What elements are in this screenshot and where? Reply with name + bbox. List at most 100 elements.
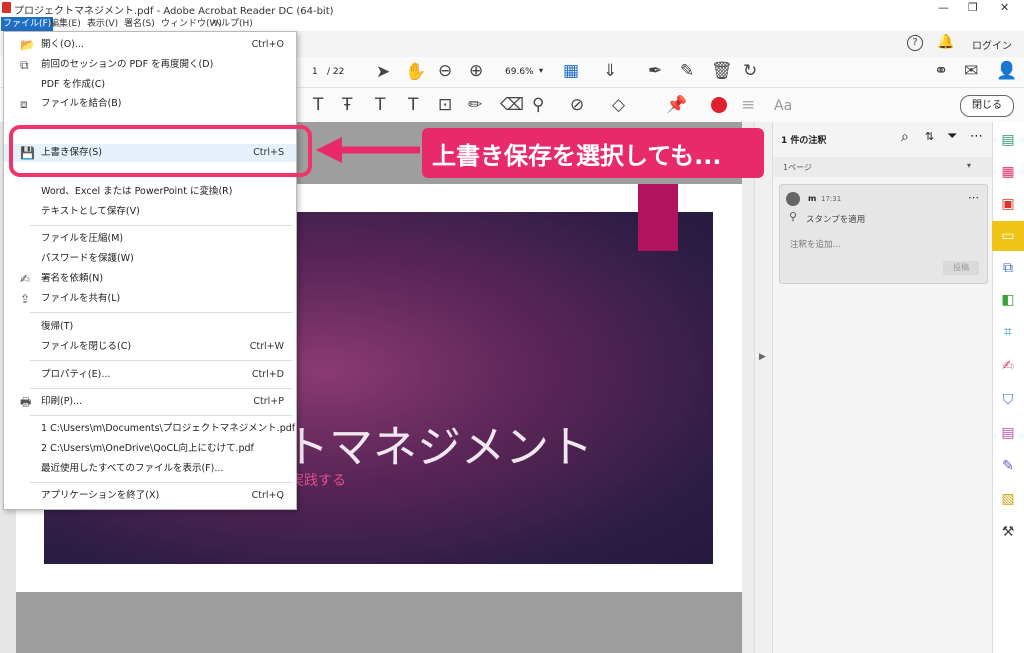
menu-item-open[interactable]: 📂 開く(O)... Ctrl+O <box>4 36 296 54</box>
compare-icon[interactable]: ◧ <box>998 290 1018 310</box>
color-picker-icon[interactable] <box>711 97 727 113</box>
select-arrow-icon[interactable]: ➤ <box>376 62 390 82</box>
add-user-icon[interactable]: 👤 <box>996 61 1017 81</box>
menu-item-recent-1[interactable]: 1 C:\Users\m\Documents\プロジェクトマネジメント.pdf <box>4 420 296 438</box>
menu-item-show-recent[interactable]: 最近使用したすべてのファイルを表示(F)... <box>4 460 296 478</box>
zoom-dropdown-icon[interactable]: ▾ <box>539 66 543 75</box>
menu-separator <box>30 415 292 416</box>
comment-card[interactable]: m 17:31 ⋯ ⚲ スタンプを適用 注釈を追加... 投稿 <box>779 184 988 284</box>
print-icon: 🖶 <box>20 395 32 409</box>
menu-separator <box>30 360 292 361</box>
pin-icon[interactable]: 📌 <box>666 95 687 115</box>
comment-tool-icon[interactable]: ▭ <box>998 226 1018 246</box>
close-window-icon[interactable]: ✕ <box>1000 1 1009 14</box>
filter-icon[interactable]: ⏷ <box>947 129 957 144</box>
folder-open-icon: 📂 <box>20 38 35 52</box>
text-box-icon[interactable]: ⊡ <box>438 95 452 115</box>
menu-item-print[interactable]: 🖶 印刷(P)... Ctrl+P <box>4 393 296 411</box>
menu-item-convert[interactable]: Word、Excel または PowerPoint に変換(R) <box>4 183 296 201</box>
vertical-scrollbar[interactable] <box>742 122 754 653</box>
more-tools-icon[interactable]: ⚒ <box>998 522 1018 542</box>
menu-item-share[interactable]: ⇪ ファイルを共有(L) <box>4 290 296 308</box>
slide-subtitle: 実践する <box>290 473 346 489</box>
zoom-out-icon[interactable]: ⊖ <box>438 61 452 81</box>
zoom-level[interactable]: 69.6% <box>505 67 534 77</box>
reply-input[interactable]: 注釈を追加... <box>790 238 841 250</box>
close-tools-button[interactable]: 閉じる <box>960 95 1014 117</box>
create-pdf-icon[interactable]: ▣ <box>998 194 1018 214</box>
sign-icon[interactable]: ✒ <box>648 61 662 81</box>
help-icon[interactable]: ? <box>907 35 923 51</box>
more-options-icon[interactable]: ⋯ <box>970 129 983 144</box>
restore-icon[interactable]: ❐ <box>968 1 978 14</box>
menu-item-properties[interactable]: プロパティ(E)... Ctrl+D <box>4 366 296 384</box>
menu-item-create-pdf[interactable]: PDF を作成(C) <box>4 76 296 94</box>
stamp-small-icon: ⚲ <box>789 210 798 223</box>
comment-author: m <box>808 194 817 203</box>
request-signature-icon[interactable]: ✎ <box>998 456 1018 476</box>
page-total: / 22 <box>327 67 345 77</box>
text-tool-icon[interactable]: T <box>313 95 323 115</box>
font-size-icon[interactable]: Aa <box>774 98 792 114</box>
menu-item-request-sign[interactable]: ✍ 署名を依頼(N) <box>4 270 296 288</box>
menu-file[interactable]: ファイル(F) <box>1 17 54 31</box>
menu-item-save-text[interactable]: テキストとして保存(V) <box>4 203 296 221</box>
text-insert-icon[interactable]: T <box>375 95 385 115</box>
menu-sign[interactable]: 署名(S) <box>122 17 157 31</box>
scroll-mode-icon[interactable]: ⇓ <box>603 61 617 81</box>
export-pdf-icon[interactable]: ▤ <box>998 130 1018 150</box>
add-text-icon[interactable]: T <box>408 95 418 115</box>
scan-ocr-icon[interactable]: ⌗ <box>998 322 1018 342</box>
link-icon[interactable]: ⚭ <box>934 61 948 81</box>
menu-edit[interactable]: 編集(E) <box>48 17 83 31</box>
menu-separator <box>30 312 292 313</box>
annotation-arrow-icon <box>316 137 420 163</box>
menu-item-close-file[interactable]: ファイルを閉じる(C) Ctrl+W <box>4 338 296 356</box>
sort-icon[interactable]: ⇅ <box>925 130 934 143</box>
text-comment-icon[interactable]: Ŧ <box>342 95 352 115</box>
search-icon[interactable]: ⌕ <box>901 129 909 145</box>
menu-item-exit[interactable]: アプリケーションを終了(X) Ctrl+Q <box>4 487 296 505</box>
shape-icon[interactable]: ◇ <box>612 95 625 115</box>
send-review-icon[interactable]: ▧ <box>998 489 1018 509</box>
attach-icon[interactable]: ⊘ <box>570 95 584 115</box>
menu-item-reopen[interactable]: ⧉ 前回のセッションの PDF を再度開く(D) <box>4 56 296 74</box>
menu-view[interactable]: 表示(V) <box>85 17 120 31</box>
fill-sign-icon[interactable]: ✍ <box>998 356 1018 376</box>
comment-action: スタンプを適用 <box>806 215 866 225</box>
pencil-icon[interactable]: ✏ <box>468 95 482 115</box>
minimize-icon[interactable]: — <box>938 1 949 14</box>
menu-item-recent-2[interactable]: 2 C:\Users\m\OneDrive\QoCL向上にむけて.pdf <box>4 440 296 458</box>
menu-item-compress[interactable]: ファイルを圧縮(M) <box>4 230 296 248</box>
login-link[interactable]: ログイン <box>972 37 1012 52</box>
page-section-header[interactable]: 1ページ ▾ <box>773 157 993 177</box>
combine-icon: ⧈ <box>20 97 28 111</box>
bell-icon[interactable]: 🔔 <box>937 34 954 50</box>
page-current[interactable]: 1 <box>312 67 318 77</box>
trash-icon[interactable]: 🗑 <box>711 61 733 81</box>
panel-collapse-bar[interactable]: ▶ <box>754 122 772 653</box>
stamp-icon[interactable]: ⚲ <box>532 95 544 115</box>
organize-pages-icon[interactable]: ▦ <box>998 162 1018 182</box>
redact-icon[interactable]: ▤ <box>998 423 1018 443</box>
comment-time: 17:31 <box>821 195 842 203</box>
tag-edit-icon[interactable]: ✎ <box>680 61 694 81</box>
zoom-in-icon[interactable]: ⊕ <box>469 61 483 81</box>
chevron-down-icon[interactable]: ▾ <box>967 161 971 170</box>
slide-ribbon <box>638 184 678 251</box>
menu-item-protect[interactable]: パスワードを保護(W) <box>4 250 296 268</box>
menu-item-combine[interactable]: ⧈ ファイルを結合(B) <box>4 95 296 113</box>
combine-files-icon[interactable]: ⧉ <box>998 258 1018 278</box>
fit-page-icon[interactable]: ▦ <box>563 61 579 81</box>
menu-help[interactable]: ヘルプ(H) <box>210 17 255 31</box>
hand-tool-icon[interactable]: ✋ <box>405 62 426 82</box>
line-width-icon[interactable]: ≡ <box>741 95 755 115</box>
mail-icon[interactable]: ✉ <box>964 61 978 81</box>
rotate-icon[interactable]: ↻ <box>743 61 757 81</box>
protect-icon[interactable]: ⛉ <box>998 390 1018 410</box>
post-button[interactable]: 投稿 <box>943 261 979 275</box>
eraser-icon[interactable]: ⌫ <box>500 95 524 115</box>
chevron-right-icon[interactable]: ▶ <box>759 352 766 362</box>
comment-more-icon[interactable]: ⋯ <box>968 191 979 204</box>
menu-item-revert[interactable]: 復帰(T) <box>4 318 296 336</box>
